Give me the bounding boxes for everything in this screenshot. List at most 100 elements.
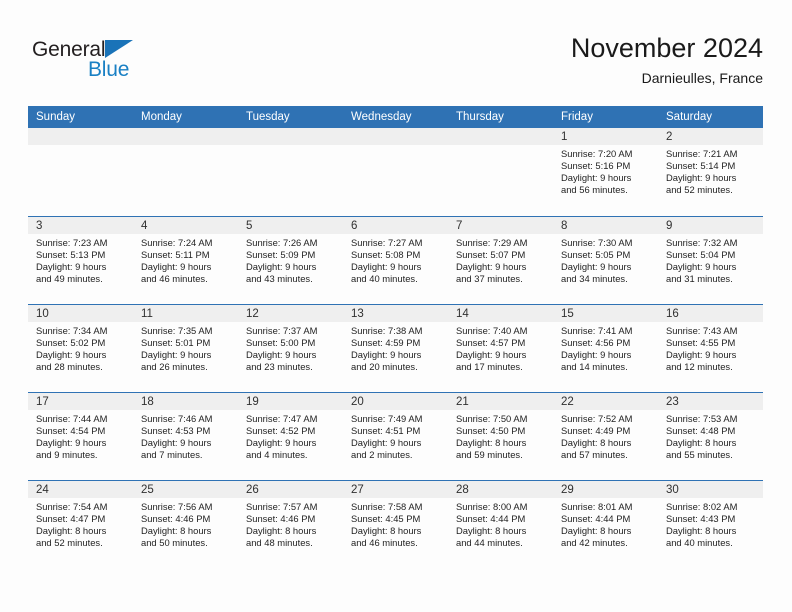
sunrise-text: Sunrise: 7:57 AM	[246, 501, 318, 512]
calendar-day-cell[interactable]: 24 Sunrise: 7:54 AM Sunset: 4:47 PM Dayligh…	[28, 480, 133, 568]
calendar-day-cell-empty	[343, 128, 448, 216]
calendar-day-cell[interactable]: 9 Sunrise: 7:32 AM Sunset: 5:04 PM Daylight…	[658, 216, 763, 304]
day-sun-info: Sunrise: 7:53 AM Sunset: 4:48 PM Daylight:…	[658, 410, 763, 461]
calendar-day-cell[interactable]: 26 Sunrise: 7:57 AM Sunset: 4:46 PM Dayligh…	[238, 480, 343, 568]
sunset-text: Sunset: 4:56 PM	[561, 337, 631, 349]
day-sun-info: Sunrise: 8:00 AM Sunset: 4:44 PM Daylight:…	[448, 498, 553, 549]
calendar-week-row: 10 Sunrise: 7:34 AM Sunset: 5:02 PM Dayligh…	[28, 304, 763, 392]
day-number: 21	[448, 393, 553, 410]
calendar-day-cell[interactable]: 28 Sunrise: 8:00 AM Sunset: 4:44 PM Dayligh…	[448, 480, 553, 568]
calendar-day-cell[interactable]: 7 Sunrise: 7:29 AM Sunset: 5:07 PM Daylight…	[448, 216, 553, 304]
calendar-day-cell[interactable]: 23 Sunrise: 7:53 AM Sunset: 4:48 PM Dayligh…	[658, 392, 763, 480]
sunset-text: Sunset: 4:53 PM	[141, 425, 211, 437]
generalblue-logo[interactable]: General Blue	[32, 38, 212, 84]
daylight-text-line2: and 46 minutes.	[351, 537, 418, 549]
daylight-text-line2: and 7 minutes.	[141, 449, 203, 461]
daylight-text-line1: Daylight: 8 hours	[456, 437, 527, 449]
daylight-text-line1: Daylight: 9 hours	[351, 437, 422, 449]
day-number	[133, 128, 238, 145]
day-number: 1	[553, 128, 658, 145]
calendar-day-cell[interactable]: 8 Sunrise: 7:30 AM Sunset: 5:05 PM Daylight…	[553, 216, 658, 304]
day-number: 4	[133, 217, 238, 234]
daylight-text-line2: and 46 minutes.	[141, 273, 208, 285]
day-number	[238, 128, 343, 145]
sunset-text: Sunset: 4:50 PM	[456, 425, 526, 437]
calendar-day-cell[interactable]: 16 Sunrise: 7:43 AM Sunset: 4:55 PM Dayligh…	[658, 304, 763, 392]
day-sun-info: Sunrise: 7:38 AM Sunset: 4:59 PM Daylight:…	[343, 322, 448, 373]
sunset-text: Sunset: 5:16 PM	[561, 160, 631, 172]
weekday-header-friday: Friday	[561, 111, 593, 123]
sunrise-text: Sunrise: 7:29 AM	[456, 237, 528, 248]
calendar-day-cell[interactable]: 2 Sunrise: 7:21 AM Sunset: 5:14 PM Daylight…	[658, 128, 763, 216]
calendar-day-cell[interactable]: 25 Sunrise: 7:56 AM Sunset: 4:46 PM Dayligh…	[133, 480, 238, 568]
day-number: 26	[238, 481, 343, 498]
calendar-day-cell[interactable]: 27 Sunrise: 7:58 AM Sunset: 4:45 PM Dayligh…	[343, 480, 448, 568]
day-number: 19	[238, 393, 343, 410]
day-number: 13	[343, 305, 448, 322]
day-sun-info: Sunrise: 7:21 AM Sunset: 5:14 PM Daylight:…	[658, 145, 763, 196]
calendar-day-cell[interactable]: 11 Sunrise: 7:35 AM Sunset: 5:01 PM Dayligh…	[133, 304, 238, 392]
calendar-day-cell[interactable]: 3 Sunrise: 7:23 AM Sunset: 5:13 PM Daylight…	[28, 216, 133, 304]
calendar-day-cell[interactable]: 19 Sunrise: 7:47 AM Sunset: 4:52 PM Dayligh…	[238, 392, 343, 480]
daylight-text-line1: Daylight: 8 hours	[36, 525, 107, 537]
sunrise-text: Sunrise: 7:41 AM	[561, 325, 633, 336]
weekday-header-row: Sunday Monday Tuesday Wednesday Thursday…	[28, 106, 763, 128]
calendar-day-cell[interactable]: 12 Sunrise: 7:37 AM Sunset: 5:00 PM Dayligh…	[238, 304, 343, 392]
daylight-text-line2: and 40 minutes.	[351, 273, 418, 285]
sunrise-text: Sunrise: 7:37 AM	[246, 325, 318, 336]
calendar-day-cell[interactable]: 22 Sunrise: 7:52 AM Sunset: 4:49 PM Dayligh…	[553, 392, 658, 480]
sunset-text: Sunset: 4:49 PM	[561, 425, 631, 437]
calendar-day-cell[interactable]: 30 Sunrise: 8:02 AM Sunset: 4:43 PM Dayligh…	[658, 480, 763, 568]
calendar-day-cell[interactable]: 20 Sunrise: 7:49 AM Sunset: 4:51 PM Dayligh…	[343, 392, 448, 480]
daylight-text-line1: Daylight: 9 hours	[456, 349, 527, 361]
daylight-text-line1: Daylight: 9 hours	[456, 261, 527, 273]
day-number	[448, 128, 553, 145]
day-sun-info: Sunrise: 7:43 AM Sunset: 4:55 PM Daylight:…	[658, 322, 763, 373]
daylight-text-line1: Daylight: 9 hours	[36, 349, 107, 361]
location-subtitle: Darnieulles, France	[641, 70, 763, 86]
sunrise-text: Sunrise: 7:53 AM	[666, 413, 738, 424]
daylight-text-line2: and 44 minutes.	[456, 537, 523, 549]
daylight-text-line2: and 52 minutes.	[666, 184, 733, 196]
calendar-day-cell[interactable]: 17 Sunrise: 7:44 AM Sunset: 4:54 PM Dayligh…	[28, 392, 133, 480]
calendar-day-cell[interactable]: 29 Sunrise: 8:01 AM Sunset: 4:44 PM Dayligh…	[553, 480, 658, 568]
daylight-text-line1: Daylight: 9 hours	[561, 349, 632, 361]
page-title: November 2024	[570, 33, 763, 63]
daylight-text-line2: and 12 minutes.	[666, 361, 733, 373]
sunrise-text: Sunrise: 7:47 AM	[246, 413, 318, 424]
calendar-day-cell[interactable]: 13 Sunrise: 7:38 AM Sunset: 4:59 PM Dayligh…	[343, 304, 448, 392]
day-number: 20	[343, 393, 448, 410]
day-sun-info: Sunrise: 7:46 AM Sunset: 4:53 PM Daylight:…	[133, 410, 238, 461]
daylight-text-line2: and 42 minutes.	[561, 537, 628, 549]
daylight-text-line2: and 31 minutes.	[666, 273, 733, 285]
calendar-week-row: 3 Sunrise: 7:23 AM Sunset: 5:13 PM Daylight…	[28, 216, 763, 304]
day-sun-info: Sunrise: 7:52 AM Sunset: 4:49 PM Daylight:…	[553, 410, 658, 461]
sunset-text: Sunset: 4:47 PM	[36, 513, 106, 525]
brand-triangle-icon	[105, 40, 133, 58]
day-sun-info: Sunrise: 7:50 AM Sunset: 4:50 PM Daylight:…	[448, 410, 553, 461]
calendar-day-cell[interactable]: 10 Sunrise: 7:34 AM Sunset: 5:02 PM Dayligh…	[28, 304, 133, 392]
sunrise-text: Sunrise: 7:23 AM	[36, 237, 108, 248]
sunset-text: Sunset: 4:51 PM	[351, 425, 421, 437]
daylight-text-line2: and 37 minutes.	[456, 273, 523, 285]
daylight-text-line2: and 56 minutes.	[561, 184, 628, 196]
calendar-day-cell[interactable]: 5 Sunrise: 7:26 AM Sunset: 5:09 PM Daylight…	[238, 216, 343, 304]
sunrise-text: Sunrise: 8:02 AM	[666, 501, 738, 512]
daylight-text-line2: and 4 minutes.	[246, 449, 308, 461]
day-number: 15	[553, 305, 658, 322]
calendar-day-cell[interactable]: 6 Sunrise: 7:27 AM Sunset: 5:08 PM Daylight…	[343, 216, 448, 304]
calendar-day-cell[interactable]: 1 Sunrise: 7:20 AM Sunset: 5:16 PM Daylight…	[553, 128, 658, 216]
calendar-day-cell[interactable]: 15 Sunrise: 7:41 AM Sunset: 4:56 PM Dayligh…	[553, 304, 658, 392]
calendar-day-cell[interactable]: 4 Sunrise: 7:24 AM Sunset: 5:11 PM Daylight…	[133, 216, 238, 304]
day-number: 27	[343, 481, 448, 498]
day-sun-info: Sunrise: 7:27 AM Sunset: 5:08 PM Daylight:…	[343, 234, 448, 285]
calendar-day-cell[interactable]: 14 Sunrise: 7:40 AM Sunset: 4:57 PM Dayligh…	[448, 304, 553, 392]
weekday-header-sunday: Sunday	[36, 111, 76, 123]
daylight-text-line1: Daylight: 9 hours	[141, 437, 212, 449]
title-block: November 2024 Darnieulles, France	[571, 32, 763, 88]
day-sun-info: Sunrise: 7:30 AM Sunset: 5:05 PM Daylight:…	[553, 234, 658, 285]
day-sun-info: Sunrise: 8:01 AM Sunset: 4:44 PM Daylight:…	[553, 498, 658, 549]
calendar-day-cell[interactable]: 18 Sunrise: 7:46 AM Sunset: 4:53 PM Dayligh…	[133, 392, 238, 480]
sunrise-text: Sunrise: 7:35 AM	[141, 325, 213, 336]
calendar-day-cell[interactable]: 21 Sunrise: 7:50 AM Sunset: 4:50 PM Dayligh…	[448, 392, 553, 480]
